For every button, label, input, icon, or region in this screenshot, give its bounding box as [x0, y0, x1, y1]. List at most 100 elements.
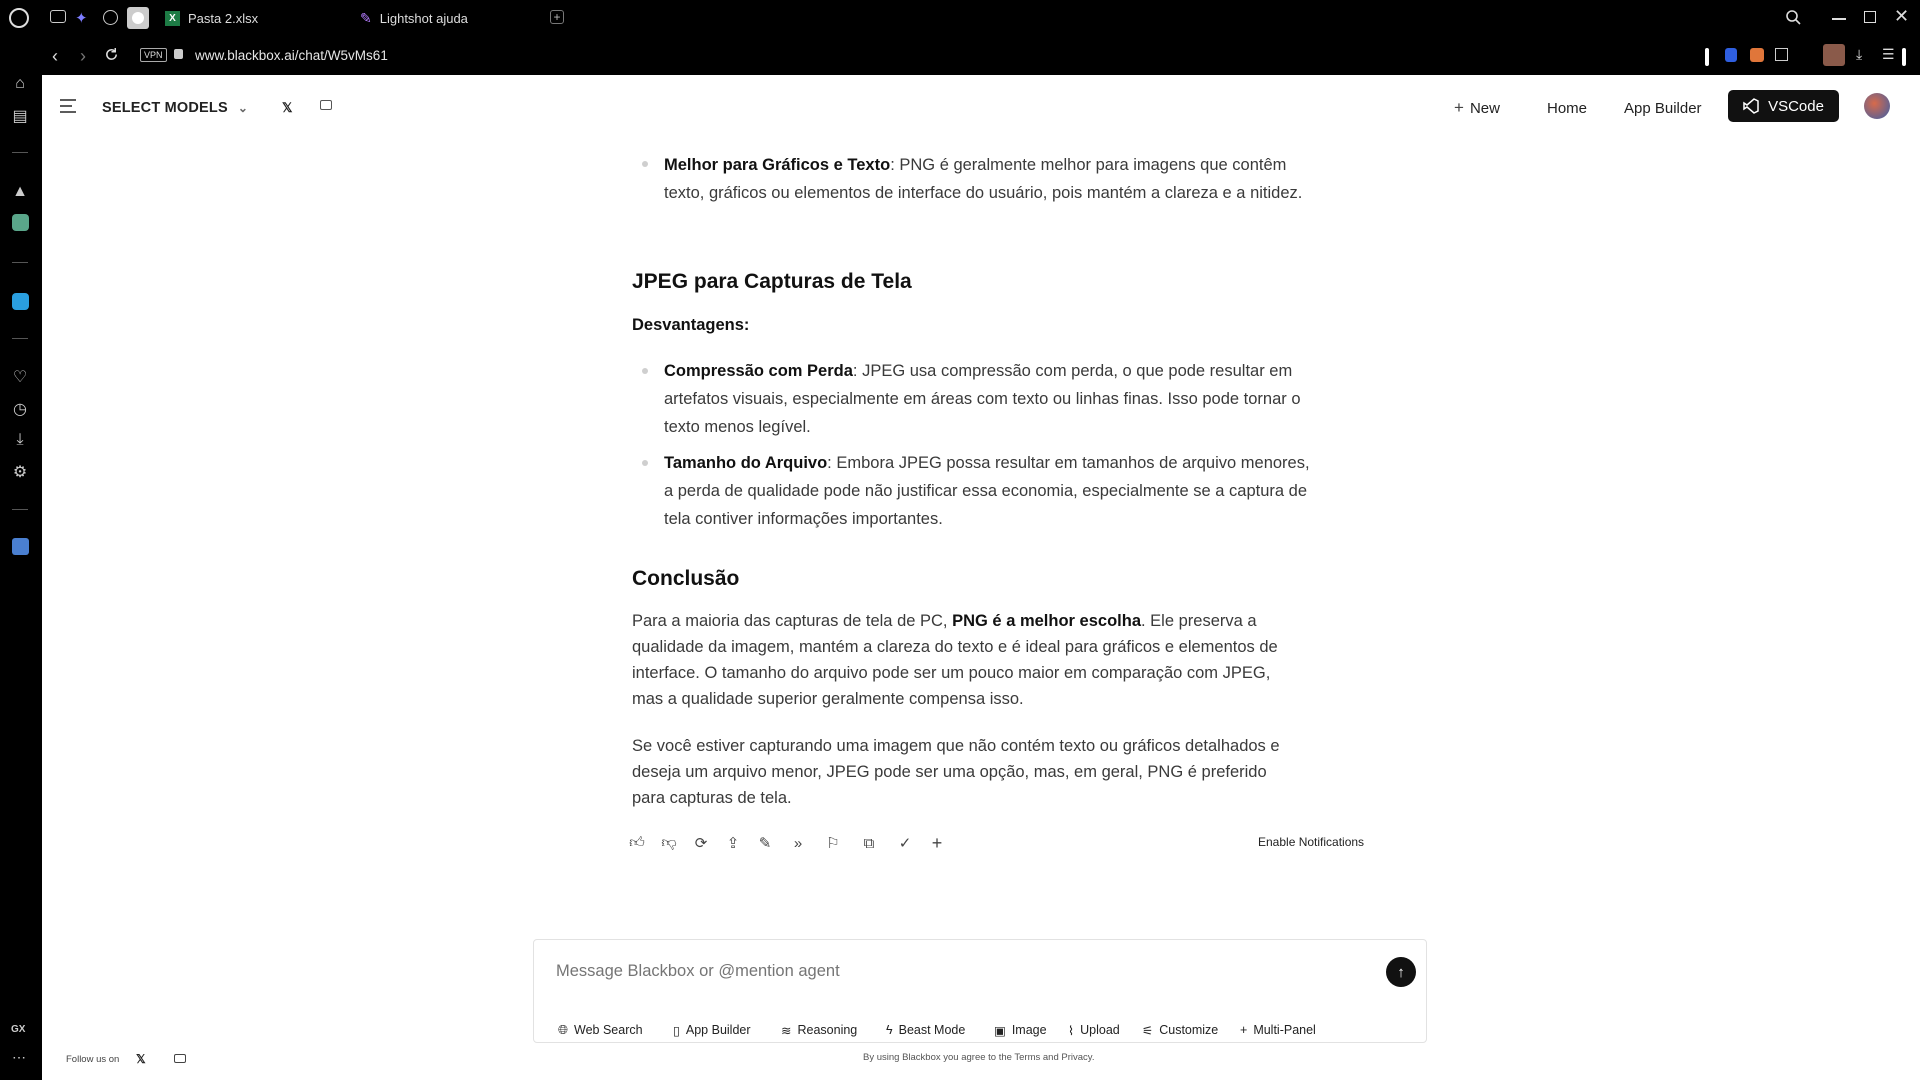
- message-input[interactable]: [556, 958, 1356, 984]
- reload-icon[interactable]: [104, 47, 119, 62]
- telegram-icon-shape: [11, 292, 29, 310]
- regenerate-icon[interactable]: ⟳: [690, 832, 712, 854]
- extension-cube-icon[interactable]: [1775, 48, 1788, 61]
- home-link[interactable]: Home: [1547, 92, 1587, 124]
- bullet-dot: [642, 460, 648, 466]
- app-builder-link[interactable]: App Builder: [1624, 92, 1702, 124]
- select-models-dropdown[interactable]: SELECT MODELS ⌄: [102, 92, 248, 124]
- browser-tab-bar: ✦ X Pasta 2.xlsx ✎ Lightshot ajuda + ✕: [0, 0, 1920, 36]
- customize-tool[interactable]: ⚟ Customize: [1142, 1020, 1218, 1040]
- copy-icon[interactable]: ⧉: [858, 832, 880, 854]
- bookmark-icon[interactable]: ⚐: [822, 832, 844, 854]
- opera-logo-icon[interactable]: [9, 8, 29, 28]
- arrow-up-icon: ↑: [1397, 963, 1405, 981]
- tab-lightshot[interactable]: ✎ Lightshot ajuda: [360, 6, 468, 30]
- edit-icon[interactable]: ✎: [754, 832, 776, 854]
- follow-us-label: Follow us on: [66, 1054, 120, 1065]
- separator: [12, 509, 28, 510]
- history-icon[interactable]: ◷: [8, 397, 32, 421]
- aria-icon[interactable]: ▲: [8, 180, 32, 204]
- telegram-icon[interactable]: [8, 289, 32, 313]
- send-button[interactable]: ↑: [1386, 957, 1416, 987]
- lightning-icon: ϟ: [886, 1023, 893, 1037]
- forward-icon[interactable]: ›: [80, 46, 86, 67]
- new-tab-button[interactable]: +: [550, 10, 564, 24]
- youtube-icon[interactable]: [320, 100, 332, 110]
- app-builder-tool[interactable]: ▯ App Builder: [673, 1020, 751, 1040]
- gamepad-icon[interactable]: [50, 10, 66, 23]
- browser-sidebar: ⌂ ▤ ▲ ♡ ◷ ⤓ ⚙ GX ⋯: [0, 36, 42, 1080]
- paperclip-icon: ⌇: [1068, 1023, 1075, 1038]
- list-item: Melhor para Gráficos e Texto: PNG é gera…: [664, 151, 1314, 207]
- address-bar: ‹ › VPN www.blackbox.ai/chat/W5vMs61 ⤓ ☰: [42, 38, 1920, 75]
- beast-mode-tool[interactable]: ϟ Beast Mode: [886, 1020, 965, 1040]
- check-circle-icon[interactable]: ✓: [894, 832, 916, 854]
- web-search-tool[interactable]: 🌐︎ Web Search: [558, 1020, 643, 1040]
- para1-pre: Para a maioria das capturas de tela de P…: [632, 612, 953, 630]
- twitch-icon[interactable]: ▤: [8, 104, 32, 128]
- circle-icon: [132, 12, 144, 24]
- excel-icon: X: [165, 10, 180, 26]
- share-icon[interactable]: ⇪: [722, 832, 744, 854]
- tool-label: App Builder: [685, 1023, 751, 1037]
- chatgpt-icon[interactable]: [103, 10, 118, 25]
- download-icon[interactable]: ⤓: [1856, 46, 1862, 63]
- extension-fox-icon[interactable]: [1750, 48, 1764, 62]
- vscode-icon: [1743, 98, 1759, 114]
- thumbs-down-icon[interactable]: 👎︎: [658, 832, 680, 854]
- hamburger-menu-icon[interactable]: [60, 99, 78, 113]
- conclusion-paragraph: Para a maioria das capturas de tela de P…: [632, 608, 1297, 712]
- tab-pasta-xlsx[interactable]: X Pasta 2.xlsx: [165, 6, 258, 30]
- user-avatar[interactable]: [1864, 93, 1890, 119]
- upload-tool[interactable]: ⌇ Upload: [1068, 1020, 1120, 1040]
- sidebar-toggle[interactable]: [1902, 48, 1906, 66]
- close-window-icon[interactable]: ✕: [1894, 6, 1909, 27]
- separator: [12, 262, 28, 263]
- new-chat-button[interactable]: + New: [1454, 92, 1500, 124]
- final-paragraph: Se você estiver capturando uma imagem qu…: [632, 737, 1280, 807]
- forward-icon[interactable]: »: [787, 832, 809, 854]
- x-footer-icon[interactable]: 𝕏: [136, 1052, 146, 1066]
- phone-icon: ▯: [673, 1023, 680, 1038]
- plus-action-icon[interactable]: +: [926, 832, 948, 854]
- sliders-icon: ⚟: [1142, 1023, 1154, 1038]
- section-heading-jpeg: JPEG para Capturas de Tela: [632, 270, 912, 293]
- enable-notifications-link[interactable]: Enable Notifications: [1258, 835, 1364, 849]
- thumbs-up-icon[interactable]: 👍︎: [626, 832, 648, 854]
- vscode-label: VSCode: [1768, 97, 1824, 115]
- x-social-icon[interactable]: 𝕏: [282, 92, 292, 124]
- multi-panel-tool[interactable]: + Multi-Panel: [1240, 1020, 1316, 1040]
- vpn-badge[interactable]: VPN: [140, 48, 167, 62]
- gx-corner-icon[interactable]: ⌂: [8, 72, 32, 96]
- tool-label: Reasoning: [797, 1023, 858, 1037]
- tab-label: Lightshot ajuda: [379, 10, 468, 26]
- menu-icon[interactable]: ☰: [1882, 46, 1895, 63]
- more-icon[interactable]: ⋯: [12, 1049, 26, 1066]
- chatgpt-sidebar-icon[interactable]: [8, 210, 32, 234]
- minimize-icon[interactable]: [1832, 18, 1846, 20]
- active-tab-favicon[interactable]: [127, 7, 149, 29]
- search-tabs-icon[interactable]: [1785, 9, 1801, 25]
- tool-label: Multi-Panel: [1253, 1023, 1316, 1037]
- image-icon: ▣: [994, 1023, 1006, 1038]
- extension-shield-icon[interactable]: [1725, 48, 1737, 62]
- url-field[interactable]: www.blackbox.ai/chat/W5vMs61: [195, 48, 388, 63]
- bird-icon[interactable]: ✦: [75, 9, 88, 27]
- heart-icon[interactable]: ♡: [8, 365, 32, 389]
- app-icon-shape: [11, 537, 29, 555]
- feather-icon: ✎: [360, 9, 372, 26]
- app-icon[interactable]: [8, 534, 32, 558]
- profile-avatar[interactable]: [1823, 44, 1845, 66]
- reasoning-tool[interactable]: ≋ Reasoning: [781, 1020, 857, 1040]
- message-composer: ↑ 🌐︎ Web Search ▯ App Builder ≋ Reasoning ϟ…: [533, 939, 1427, 1043]
- plus-icon: +: [1454, 98, 1464, 117]
- gx-label[interactable]: GX: [11, 1024, 25, 1035]
- youtube-footer-icon[interactable]: [174, 1054, 186, 1063]
- vscode-button[interactable]: VSCode: [1728, 90, 1839, 122]
- downloads-icon[interactable]: ⤓: [8, 428, 32, 452]
- image-tool[interactable]: ▣ Image: [994, 1020, 1047, 1040]
- chatgpt-icon: [11, 213, 29, 231]
- back-icon[interactable]: ‹: [52, 46, 58, 67]
- restore-icon[interactable]: [1864, 11, 1876, 23]
- settings-icon[interactable]: ⚙: [8, 460, 32, 484]
